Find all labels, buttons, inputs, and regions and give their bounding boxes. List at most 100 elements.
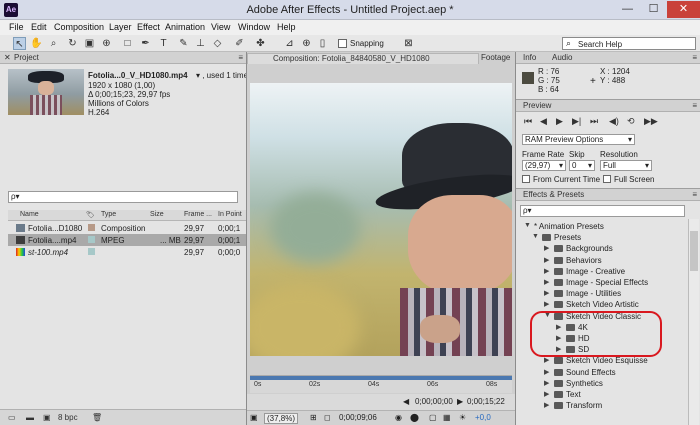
frame-rate-dropdown[interactable]: (29,97) ▾ [522,160,566,171]
expanded-arrow-icon[interactable]: ▼ [532,233,539,240]
last-frame-icon[interactable]: ⏭ [590,116,598,127]
panel-menu-icon[interactable]: ≡ [238,53,243,62]
collapsed-arrow-icon[interactable]: ▶ [544,278,549,286]
composition-viewer[interactable] [250,83,512,356]
mute-audio-icon[interactable]: ◀) [609,116,619,127]
menu-view[interactable]: View [211,22,230,32]
effects-tree-item[interactable]: ▶ Transform [516,400,686,411]
table-row[interactable]: st-100.mp4 29,97 0;00;0 [8,246,246,258]
effects-tree-item[interactable]: ▼ Presets [516,232,686,243]
collapsed-arrow-icon[interactable]: ▶ [544,390,549,398]
interpret-footage-icon[interactable]: ▭ [8,413,16,422]
resolution-dropdown[interactable]: Full ▾ [600,160,652,171]
duration-field[interactable]: 0;00;15;22 [467,397,505,406]
effects-tree-item[interactable]: ▶ Sound Effects [516,367,686,378]
clone-stamp-tool-icon[interactable]: ⊥ [194,37,207,50]
effects-tree-item[interactable]: ▶ Backgrounds [516,243,686,254]
exposure-icon[interactable]: ☀ [459,413,466,422]
ram-preview-icon[interactable]: ▶▶ [644,116,658,127]
brush-tool-icon[interactable]: ✎ [177,37,190,50]
col-name[interactable]: Name [20,211,39,218]
label-color-swatch[interactable] [88,236,95,243]
puppet-pin-tool-icon[interactable]: ✤ [254,37,267,50]
panel-menu-icon[interactable]: ≡ [692,190,697,199]
eraser-tool-icon[interactable]: ◇ [211,37,224,50]
close-icon[interactable]: ✕ [4,53,11,62]
loop-icon[interactable]: ⟲ [627,116,635,127]
tab-composition[interactable]: Composition: Fotolia_84840580_V_HD1080 [247,53,479,64]
hand-tool-icon[interactable]: ✋ [30,37,43,50]
col-frame-rate[interactable]: Frame ... [184,211,212,218]
pan-behind-tool-icon[interactable]: ⊕ [100,37,113,50]
expanded-arrow-icon[interactable]: ▼ [524,222,531,229]
menu-effect[interactable]: Effect [137,22,160,32]
type-tool-icon[interactable]: T [157,37,170,50]
go-to-end-icon[interactable]: ▶ [457,397,463,406]
effects-tree-item[interactable]: ▶ Image - Creative [516,266,686,277]
bpc-label[interactable]: 8 bpc [58,413,78,422]
next-frame-icon[interactable]: ▶| [572,116,581,127]
region-of-interest-icon[interactable]: ▢ [429,413,437,422]
effects-tree-item[interactable]: ▶ Sketch Video Artistic [516,299,686,310]
tab-preview[interactable]: Preview [523,101,551,110]
collapsed-arrow-icon[interactable]: ▶ [544,300,549,308]
first-frame-icon[interactable]: ⏮ [524,116,532,127]
go-to-start-icon[interactable]: ◀ [403,397,409,406]
previous-frame-icon[interactable]: ◀ [540,116,547,127]
effects-tree-item[interactable]: ▶ Image - Utilities [516,288,686,299]
collapsed-arrow-icon[interactable]: ▶ [544,379,549,387]
effects-tree-item[interactable]: ▶ Behaviors [516,255,686,266]
work-area-bar[interactable] [250,376,512,380]
label-tag-icon[interactable]: 🏷 [86,211,95,219]
panel-menu-icon[interactable]: ≡ [692,101,697,110]
menu-help[interactable]: Help [277,22,296,32]
play-icon[interactable]: ▶ [556,116,563,127]
file-usage[interactable]: ▾ , used 1 time [196,71,248,80]
from-current-time-checkbox[interactable] [522,175,530,183]
full-screen-checkbox[interactable] [603,175,611,183]
world-axis-icon[interactable]: ⊕ [300,37,313,50]
tab-footage[interactable]: Footage [481,53,510,62]
menu-composition[interactable]: Composition [54,22,104,32]
collapsed-arrow-icon[interactable]: ▶ [544,256,549,264]
menu-layer[interactable]: Layer [109,22,132,32]
effects-tree-item[interactable]: ▶ Image - Special Effects [516,277,686,288]
panel-menu-icon[interactable]: ≡ [692,53,697,62]
zoom-dropdown[interactable]: (37,8%) [264,413,299,424]
grid-icon[interactable]: ⊞ [310,413,317,422]
collapsed-arrow-icon[interactable]: ▶ [544,267,549,275]
rectangle-tool-icon[interactable]: □ [121,37,134,50]
tab-audio[interactable]: Audio [552,53,572,62]
scrollbar-thumb[interactable] [690,231,698,271]
search-help-input[interactable]: ⌕ Search Help [562,37,696,50]
transparency-grid-icon[interactable]: ▦ [443,413,451,422]
roto-brush-tool-icon[interactable]: ✐ [233,37,246,50]
snapping-checkbox[interactable] [338,39,347,48]
effects-tree-item[interactable]: ▶ Sketch Video Esquisse [516,355,686,366]
new-folder-icon[interactable]: ▬ [26,413,34,422]
tab-info[interactable]: Info [523,53,536,62]
timecode-display[interactable]: 0;00;09;06 [339,413,377,422]
menu-file[interactable]: File [9,22,24,32]
menu-edit[interactable]: Edit [31,22,47,32]
menu-animation[interactable]: Animation [165,22,205,32]
skip-dropdown[interactable]: 0 ▾ [569,160,595,171]
show-channel-icon[interactable]: ⬤ [410,413,419,422]
effects-search-input[interactable]: ρ▾ [520,205,685,217]
effects-tree-item[interactable]: ▶ Synthetics [516,378,686,389]
exposure-value[interactable]: +0,0 [475,413,491,422]
effects-scrollbar[interactable] [688,219,699,425]
project-search-input[interactable]: ρ▾ [8,191,238,203]
ram-preview-options-dropdown[interactable]: RAM Preview Options ▾ [522,134,635,145]
view-axis-icon[interactable]: ▯ [316,37,329,50]
time-ruler[interactable]: 0s 02s 04s 06s 08s [250,375,512,393]
mask-icon[interactable]: ◻ [324,413,331,422]
collapsed-arrow-icon[interactable]: ▶ [544,289,549,297]
col-size[interactable]: Size [150,211,164,218]
collapsed-arrow-icon[interactable]: ▶ [544,356,549,364]
minimize-button[interactable]: — [615,1,640,18]
selection-tool-icon[interactable]: ↖ [13,37,26,50]
table-row[interactable]: Fotolia...D1080 Composition 29,97 0;00;1 [8,222,246,234]
maximize-button[interactable]: ☐ [641,1,666,18]
label-color-swatch[interactable] [88,248,95,255]
